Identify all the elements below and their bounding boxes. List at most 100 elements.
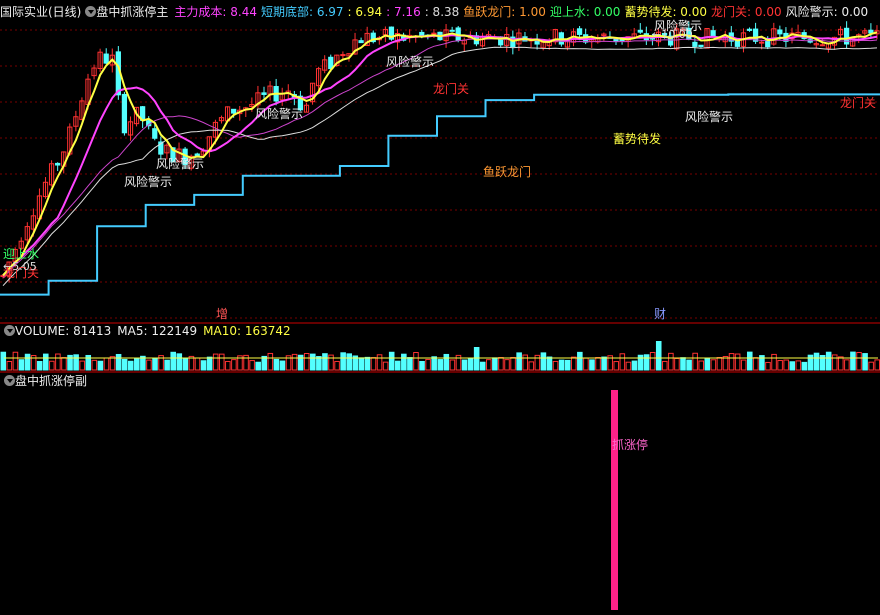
volume-bar xyxy=(310,353,316,371)
volume-bar xyxy=(698,360,704,371)
volume-bar xyxy=(510,356,516,371)
annotation-label: 龙门关 xyxy=(433,81,469,96)
candle-body xyxy=(261,92,267,95)
indicator-item: 蓄势待发: 0.00 xyxy=(624,5,708,19)
volume-bar xyxy=(540,352,547,371)
volume-bar xyxy=(121,358,128,371)
dropdown-icon[interactable] xyxy=(4,375,15,386)
volume-bar xyxy=(134,357,140,371)
volume-bar xyxy=(316,356,322,371)
volume-bar xyxy=(649,351,656,371)
volume-bar xyxy=(370,357,377,371)
volume-bar xyxy=(303,353,310,371)
candle-body xyxy=(358,40,364,44)
indicator-item: 短期底部: 6.97 xyxy=(260,5,344,19)
volume-bar xyxy=(516,352,522,371)
volume-bar xyxy=(716,356,723,371)
volume-bar xyxy=(267,352,274,371)
volume-bar xyxy=(146,359,152,371)
indicator-title[interactable]: 盘中抓涨停主 xyxy=(96,5,168,19)
volume-bar xyxy=(498,357,504,371)
volume-bar xyxy=(704,358,711,371)
sub-indicator-title[interactable]: 盘中抓涨停副 xyxy=(15,374,87,388)
candle-body xyxy=(710,30,716,37)
dropdown-icon[interactable] xyxy=(85,6,97,17)
volume-bar xyxy=(728,353,735,371)
volume-bar xyxy=(601,356,607,371)
volume-bar xyxy=(765,361,771,371)
volume-bar xyxy=(637,354,644,371)
candle-body xyxy=(637,29,643,33)
volume-bar xyxy=(722,355,729,371)
volume-bar xyxy=(42,353,49,371)
candle-body xyxy=(152,128,158,139)
volume-bar xyxy=(376,354,383,371)
candle-body xyxy=(419,31,425,37)
volume-bar xyxy=(401,353,407,371)
volume-bar xyxy=(200,360,207,371)
ma-line-purple xyxy=(2,38,878,279)
volume-bar xyxy=(249,360,255,371)
volume-bar xyxy=(874,359,880,371)
volume-bar xyxy=(425,358,431,371)
volume-bar xyxy=(589,359,595,371)
candle-body xyxy=(340,54,346,57)
stock-title: 国际实业(日线) xyxy=(0,5,82,19)
volume-bar xyxy=(109,356,116,371)
candle-body xyxy=(55,162,61,166)
annotation-label: 风险警示 xyxy=(685,109,733,124)
volume-bar xyxy=(91,359,98,371)
volume-bar xyxy=(322,353,328,371)
volume-bar xyxy=(225,360,231,371)
annotation-label: 龙门关 xyxy=(840,95,876,110)
volume-bar xyxy=(12,351,19,371)
volume-bar xyxy=(364,356,371,371)
volume-bar xyxy=(570,356,577,371)
volume-bar xyxy=(449,359,456,371)
volume-bar xyxy=(789,361,796,371)
volume-bar xyxy=(552,360,559,371)
volume-bar xyxy=(473,347,480,371)
volume-bar xyxy=(862,353,868,371)
volume-bar xyxy=(850,351,856,371)
high-price-label: ←10.00 xyxy=(652,28,693,41)
volume-bar xyxy=(783,359,789,371)
volume-bar xyxy=(382,361,389,371)
stock-chart: 迎上水龙门关风险警示风险警示风险警示风险警示龙门关鱼跃龙门风险警示蓄势待发风险警… xyxy=(0,18,880,610)
volume-bar xyxy=(24,353,31,371)
indicator-item: 鱼跃龙门: 1.00 xyxy=(463,5,546,19)
volume-bar xyxy=(595,356,601,371)
indicator-item: 主力成本: 8.44 xyxy=(174,5,257,19)
volume-bar xyxy=(583,357,589,371)
volume-bar xyxy=(795,360,802,371)
sub-header: 盘中抓涨停副 xyxy=(0,373,87,389)
candle-body xyxy=(746,28,753,31)
volume-bar xyxy=(79,360,85,371)
indicator-values: 主力成本: 8.44 短期底部: 6.97: 6.94: 7.16: 8.38 鱼跃… xyxy=(174,5,872,19)
low-price-label: ←5.05 xyxy=(3,260,37,273)
candle-body xyxy=(868,29,874,34)
volume-bar xyxy=(564,359,571,371)
volume-bar xyxy=(407,357,413,371)
main-header: 国际实业(日线) 盘中抓涨停主 主力成本: 8.44 短期底部: 6.97: 6.94… xyxy=(0,4,872,20)
volume-bar xyxy=(740,359,747,371)
volume-bar xyxy=(856,352,862,371)
volume-bar xyxy=(437,359,444,371)
volume-bar xyxy=(674,357,680,371)
candle-body xyxy=(431,32,437,35)
price-gridlines xyxy=(0,29,880,319)
volume-bar xyxy=(492,357,498,371)
zeng-marker: 增 xyxy=(216,307,228,321)
dropdown-icon[interactable] xyxy=(4,325,15,336)
volume-bar xyxy=(279,360,286,371)
annotation-label: 迎上水 xyxy=(3,247,39,261)
indicator-item: : 7.16 xyxy=(386,5,421,19)
volume-bar xyxy=(127,360,134,371)
volume-bar xyxy=(844,359,850,371)
volume-bar xyxy=(692,352,698,371)
cai-marker: 财 xyxy=(654,307,666,321)
volume-value: VOLUME: 81413 xyxy=(15,324,112,338)
volume-bar xyxy=(297,354,304,371)
volume-bar xyxy=(619,353,626,371)
indicator-item: 龙门关: 0.00 xyxy=(711,5,782,19)
